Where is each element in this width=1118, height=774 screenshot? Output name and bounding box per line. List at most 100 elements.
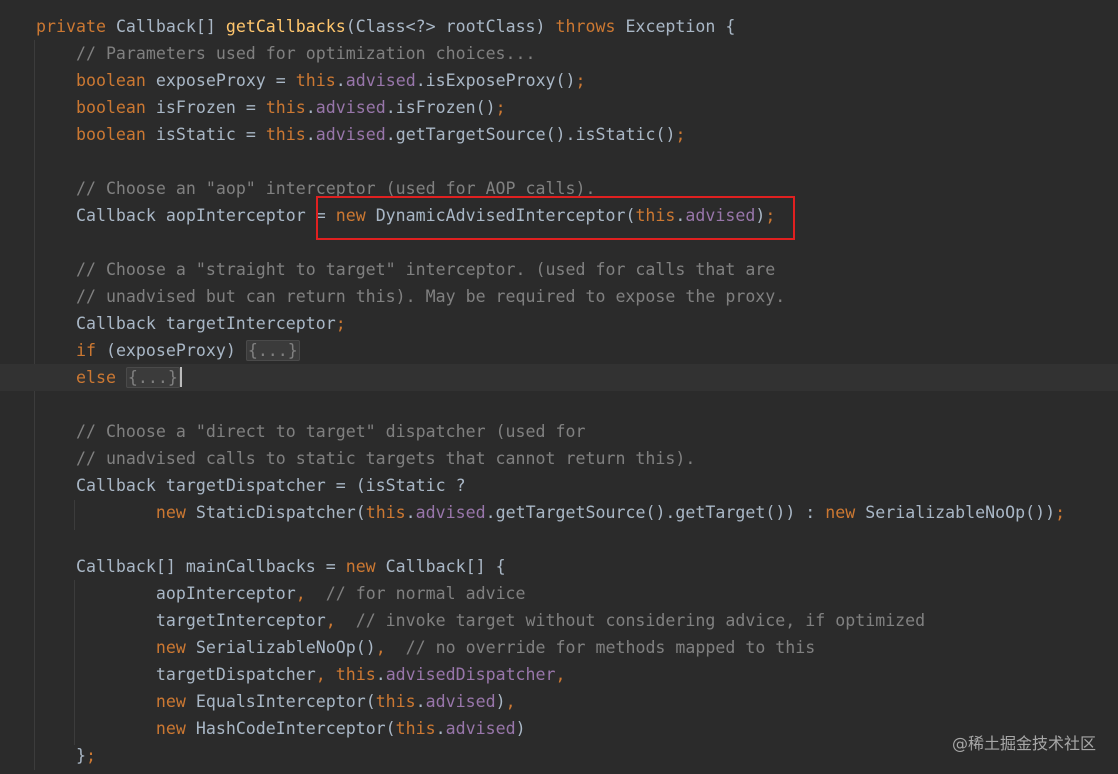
code-token: targetDispatcher xyxy=(36,665,316,684)
code-line[interactable]: else {...} xyxy=(0,364,1118,391)
code-token: Callback targetDispatcher = (isStatic ? xyxy=(36,476,466,495)
code-token: advised xyxy=(345,71,416,90)
code-editor[interactable]: private Callback[] getCallbacks(Class<?>… xyxy=(0,0,1118,774)
code-line[interactable]: ​ xyxy=(36,391,1118,418)
code-line[interactable]: ​ xyxy=(36,148,1118,175)
code-token: exposeProxy = xyxy=(155,71,296,90)
code-token: this xyxy=(335,665,376,684)
code-token: Callback[] mainCallbacks = xyxy=(36,557,346,576)
code-line[interactable]: boolean exposeProxy = this.advised.isExp… xyxy=(36,67,1118,94)
code-line[interactable]: Callback targetInterceptor; xyxy=(36,310,1118,337)
code-token: boolean xyxy=(75,125,156,144)
code-line[interactable]: // Choose an "aop" interceptor (used for… xyxy=(36,175,1118,202)
code-token: SerializableNoOp() xyxy=(195,638,376,657)
code-token: // invoke target without considering adv… xyxy=(355,611,926,630)
code-token: if xyxy=(75,341,106,360)
code-token: advised xyxy=(315,125,386,144)
code-token: . xyxy=(675,206,686,225)
code-token: throws xyxy=(555,17,626,36)
code-line[interactable]: // unadvised calls to static targets tha… xyxy=(36,445,1118,472)
code-token: this xyxy=(395,719,436,738)
code-token: DynamicAdvisedInterceptor( xyxy=(375,206,636,225)
code-token: . xyxy=(435,719,446,738)
watermark: @稀土掘金技术社区 xyxy=(951,734,1096,753)
code-line[interactable]: targetInterceptor, // invoke target with… xyxy=(36,607,1118,634)
code-token: .isExposeProxy() xyxy=(415,71,576,90)
code-token: isFrozen = xyxy=(155,98,266,117)
code-line[interactable]: boolean isFrozen = this.advised.isFrozen… xyxy=(36,94,1118,121)
code-line[interactable]: new StaticDispatcher(this.advised.getTar… xyxy=(36,499,1118,526)
code-token: ; xyxy=(675,125,686,144)
code-token: // Choose an "aop" interceptor (used for… xyxy=(75,179,596,198)
code-token: , xyxy=(295,584,326,603)
code-token: . xyxy=(405,503,416,522)
code-token: Callback targetInterceptor xyxy=(36,314,336,333)
code-token: . xyxy=(335,71,346,90)
code-token: advisedDispatcher xyxy=(385,665,556,684)
code-line[interactable]: new SerializableNoOp(), // no override f… xyxy=(36,634,1118,661)
code-line[interactable]: ​ xyxy=(36,229,1118,256)
code-token: this xyxy=(265,98,306,117)
code-token: // Choose a "straight to target" interce… xyxy=(75,260,776,279)
code-token: new xyxy=(155,638,196,657)
code-token: new xyxy=(345,557,386,576)
code-token: ; xyxy=(85,746,96,765)
code-token: ; xyxy=(335,314,346,333)
code-token: // Parameters used for optimization choi… xyxy=(75,44,536,63)
code-line[interactable]: // Choose a "direct to target" dispatche… xyxy=(36,418,1118,445)
code-line[interactable]: // unadvised but can return this). May b… xyxy=(36,283,1118,310)
code-token: advised xyxy=(315,98,386,117)
folded-code-block[interactable]: {...} xyxy=(125,367,180,388)
code-token: private xyxy=(36,17,116,36)
code-line[interactable]: ​ xyxy=(36,526,1118,553)
code-line[interactable]: // Choose a "straight to target" interce… xyxy=(36,256,1118,283)
code-token: // Choose a "direct to target" dispatche… xyxy=(75,422,586,441)
code-token: this xyxy=(375,692,416,711)
code-line[interactable]: Callback targetDispatcher = (isStatic ? xyxy=(36,472,1118,499)
code-line[interactable]: private Callback[] getCallbacks(Class<?>… xyxy=(36,13,1118,40)
code-line[interactable]: targetDispatcher, this.advisedDispatcher… xyxy=(36,661,1118,688)
folded-code-block[interactable]: {...} xyxy=(245,340,300,361)
code-area[interactable]: private Callback[] getCallbacks(Class<?>… xyxy=(0,13,1118,769)
code-token: advised xyxy=(415,503,486,522)
code-token: ) xyxy=(755,206,766,225)
code-token: , xyxy=(555,665,566,684)
code-token: // for normal advice xyxy=(325,584,526,603)
code-token: ; xyxy=(765,206,776,225)
code-token: isStatic = xyxy=(155,125,266,144)
code-line[interactable]: // Parameters used for optimization choi… xyxy=(36,40,1118,67)
code-line[interactable]: boolean isStatic = this.advised.getTarge… xyxy=(36,121,1118,148)
code-token: this xyxy=(265,125,306,144)
code-token: boolean xyxy=(75,71,156,90)
code-token: Exception { xyxy=(625,17,736,36)
code-token: ) xyxy=(495,692,506,711)
indent-guide xyxy=(34,40,35,770)
code-token: new xyxy=(825,503,866,522)
code-line[interactable]: aopInterceptor, // for normal advice xyxy=(36,580,1118,607)
code-line[interactable]: new EqualsInterceptor(this.advised), xyxy=(36,688,1118,715)
code-token: boolean xyxy=(75,98,156,117)
code-line[interactable]: Callback aopInterceptor = new DynamicAdv… xyxy=(36,202,1118,229)
code-line[interactable]: Callback[] mainCallbacks = new Callback[… xyxy=(36,553,1118,580)
code-token: ) xyxy=(515,719,526,738)
code-token: , xyxy=(315,665,336,684)
code-token: . xyxy=(305,125,316,144)
code-token: , xyxy=(325,611,356,630)
code-token: ; xyxy=(1055,503,1066,522)
code-token: } xyxy=(36,746,86,765)
code-token: (Class<?> rootClass) xyxy=(345,17,556,36)
code-token: Callback[] xyxy=(115,17,226,36)
code-token: ; xyxy=(575,71,586,90)
code-line[interactable]: if (exposeProxy) {...} xyxy=(36,337,1118,364)
